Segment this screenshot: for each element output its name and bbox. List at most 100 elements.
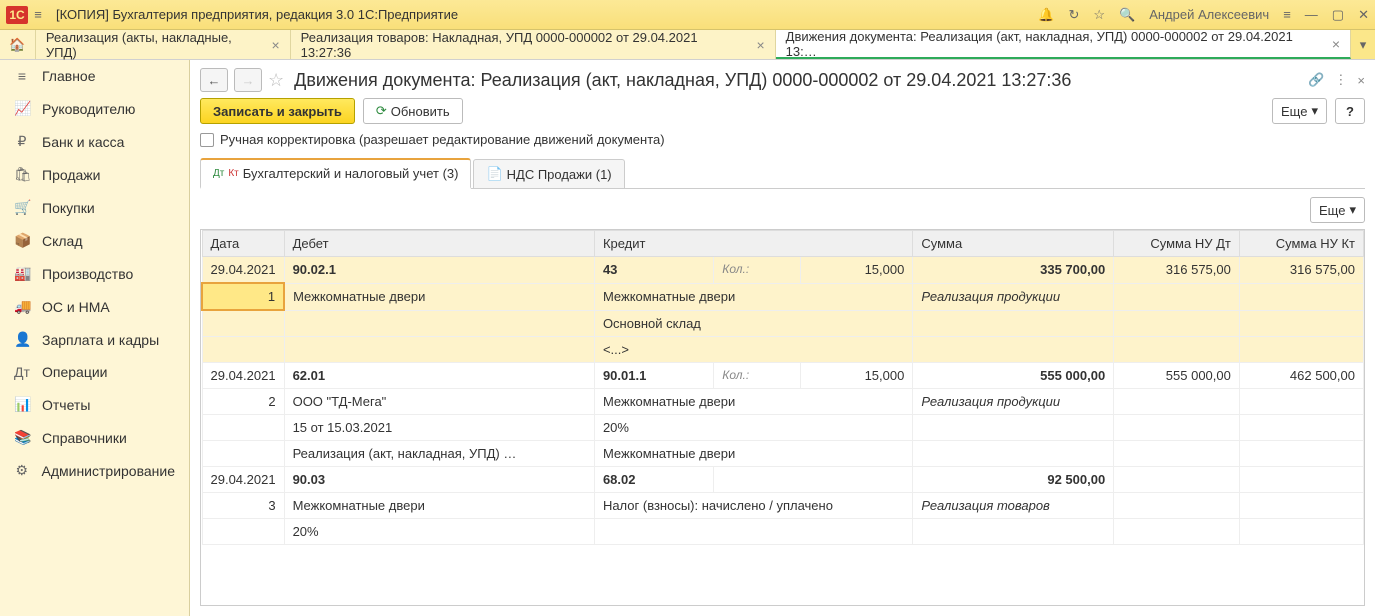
tab-close-icon[interactable]: × [756, 37, 764, 53]
table-row[interactable]: 2ООО "ТД-Мега"Межкомнатные двериРеализац… [202, 388, 1364, 414]
settings-icon[interactable]: ≡ [1283, 7, 1291, 22]
col-credit[interactable]: Кредит [594, 231, 912, 257]
tabs-dropdown[interactable]: ▾ [1351, 30, 1375, 59]
cell: Основной склад [594, 310, 912, 336]
link-icon[interactable]: 🔗 [1308, 72, 1324, 88]
sidebar-item[interactable]: ⚙Администрирование [0, 454, 189, 487]
forward-button[interactable]: → [234, 68, 262, 92]
favorite-star-icon[interactable]: ☆ [268, 70, 284, 91]
cell-nu-dt: 316 575,00 [1114, 257, 1240, 284]
sidebar-item[interactable]: 🏭Производство [0, 257, 189, 290]
sidebar-item[interactable]: 🛍Продажи [0, 158, 189, 191]
user-name[interactable]: Андрей Алексеевич [1149, 7, 1269, 22]
table-row[interactable]: 20% [202, 518, 1364, 544]
cell-debit-acct: 90.03 [284, 466, 594, 492]
cell-sum: 335 700,00 [913, 257, 1114, 284]
save-and-close-button[interactable]: Записать и закрыть [200, 98, 355, 124]
table-row[interactable]: 3Межкомнатные двериНалог (взносы): начис… [202, 492, 1364, 518]
sidebar-item[interactable]: ≡Главное [0, 60, 189, 92]
history-icon[interactable]: ↻ [1068, 7, 1079, 23]
col-nu-dt[interactable]: Сумма НУ Дт [1114, 231, 1240, 257]
sidebar-icon: 📚 [14, 429, 30, 446]
cell [594, 518, 912, 544]
table-row[interactable]: 1Межкомнатные двериМежкомнатные двериРеа… [202, 283, 1364, 310]
cell: Кол.: [714, 362, 801, 388]
refresh-button[interactable]: ⟳ Обновить [363, 98, 463, 124]
page-title: Движения документа: Реализация (акт, нак… [294, 70, 1302, 91]
cell [1114, 492, 1240, 518]
table-row[interactable]: 29.04.202162.0190.01.1Кол.:15,000555 000… [202, 362, 1364, 388]
close-icon[interactable]: ✕ [1358, 7, 1369, 23]
sidebar-icon: ₽ [14, 133, 30, 150]
titlebar: 1C ≡ [КОПИЯ] Бухгалтерия предприятия, ре… [0, 0, 1375, 30]
maximize-icon[interactable]: ▢ [1332, 7, 1344, 23]
cell-debit-acct: 62.01 [284, 362, 594, 388]
table-more-button[interactable]: Еще ▾ [1310, 197, 1365, 223]
table-row[interactable]: Реализация (акт, накладная, УПД) …Межком… [202, 440, 1364, 466]
bell-icon[interactable]: 🔔 [1038, 7, 1054, 23]
cell-rownum: 2 [202, 388, 284, 414]
cell [913, 518, 1114, 544]
sidebar-item[interactable]: 🛒Покупки [0, 191, 189, 224]
help-button[interactable]: ? [1335, 98, 1365, 124]
more-menu-icon[interactable]: ⋮ [1334, 72, 1347, 88]
tab-accounting[interactable]: ДтКт Бухгалтерский и налоговый учет (3) [200, 158, 471, 189]
minimize-icon[interactable]: — [1305, 7, 1318, 22]
table-row[interactable]: 29.04.202190.0368.0292 500,00 [202, 466, 1364, 492]
sidebar-icon: 📦 [14, 232, 30, 249]
app-title: [КОПИЯ] Бухгалтерия предприятия, редакци… [56, 7, 1038, 22]
titlebar-controls: 🔔 ↻ ☆ 🔍 Андрей Алексеевич ≡ — ▢ ✕ [1038, 7, 1369, 23]
cell-nu-dt [1114, 466, 1240, 492]
window-tab[interactable]: Движения документа: Реализация (акт, нак… [776, 30, 1351, 59]
page-close-icon[interactable]: × [1357, 73, 1365, 88]
tab-close-icon[interactable]: × [1332, 36, 1340, 52]
tab-label: Бухгалтерский и налоговый учет (3) [243, 166, 459, 181]
more-button[interactable]: Еще ▾ [1272, 98, 1327, 124]
sidebar-item[interactable]: 🚚ОС и НМА [0, 290, 189, 323]
window-tab[interactable]: Реализация (акты, накладные, УПД) × [36, 30, 291, 59]
tab-label: Реализация (акты, накладные, УПД) [46, 30, 266, 60]
sidebar-icon: ≡ [14, 68, 30, 84]
tab-vat-sales[interactable]: 📄 НДС Продажи (1) [473, 159, 624, 188]
back-button[interactable]: ← [200, 68, 228, 92]
sidebar-item[interactable]: 📊Отчеты [0, 388, 189, 421]
sidebar-item[interactable]: 📦Склад [0, 224, 189, 257]
cell-nu-kt [1239, 466, 1363, 492]
cell [1239, 414, 1363, 440]
cell-nu-kt: 316 575,00 [1239, 257, 1363, 284]
col-sum[interactable]: Сумма [913, 231, 1114, 257]
table-row[interactable]: Основной склад [202, 310, 1364, 336]
sidebar-label: Операции [42, 364, 108, 380]
cell-rownum: 1 [202, 283, 284, 310]
sidebar-label: Руководителю [42, 101, 135, 117]
home-button[interactable]: 🏠 [0, 30, 36, 59]
sidebar-item[interactable]: 📚Справочники [0, 421, 189, 454]
sidebar-item[interactable]: ДтОперации [0, 356, 189, 388]
col-debit[interactable]: Дебет [284, 231, 594, 257]
cell [202, 310, 284, 336]
col-date[interactable]: Дата [202, 231, 284, 257]
sidebar-item[interactable]: 📈Руководителю [0, 92, 189, 125]
main-menu-icon[interactable]: ≡ [28, 7, 48, 22]
table-row[interactable]: 29.04.202190.02.143Кол.:15,000335 700,00… [202, 257, 1364, 284]
table-row[interactable]: 15 от 15.03.202120% [202, 414, 1364, 440]
cell-nu-kt: 462 500,00 [1239, 362, 1363, 388]
sidebar-item[interactable]: 👤Зарплата и кадры [0, 323, 189, 356]
cell: Налог (взносы): начислено / уплачено [594, 492, 912, 518]
search-icon[interactable]: 🔍 [1119, 7, 1135, 23]
table-row[interactable]: <...> [202, 336, 1364, 362]
chevron-down-icon: ▾ [1311, 103, 1318, 119]
sidebar-item[interactable]: ₽Банк и касса [0, 125, 189, 158]
window-tab[interactable]: Реализация товаров: Накладная, УПД 0000-… [291, 30, 776, 59]
cell-date: 29.04.2021 [202, 362, 284, 388]
col-nu-kt[interactable]: Сумма НУ Кт [1239, 231, 1363, 257]
toolbar: Записать и закрыть ⟳ Обновить Еще ▾ ? [200, 98, 1365, 124]
sidebar-icon: 👤 [14, 331, 30, 348]
cell [913, 336, 1114, 362]
cell: 15,000 [801, 362, 913, 388]
content-tabs: ДтКт Бухгалтерский и налоговый учет (3) … [200, 157, 1365, 189]
star-icon[interactable]: ☆ [1093, 7, 1105, 23]
entries-table[interactable]: Дата Дебет Кредит Сумма Сумма НУ Дт Сумм… [200, 229, 1365, 606]
tab-close-icon[interactable]: × [271, 37, 279, 53]
manual-edit-checkbox[interactable] [200, 133, 214, 147]
